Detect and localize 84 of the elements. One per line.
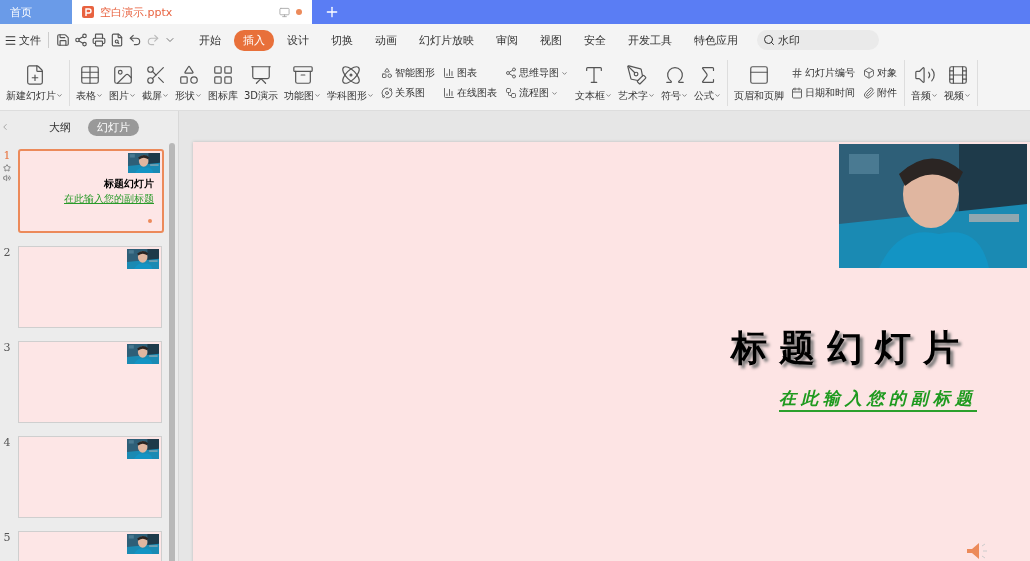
slide-thumbnail[interactable]: 标题幻灯片 在此输入您的副标题 [18,149,164,233]
ribbon-button[interactable]: 幻灯片编号 [791,66,856,80]
ribbon-button[interactable]: 流程图 [505,86,569,100]
ribbon-button[interactable]: 思维导图 [505,66,569,80]
ribbon-button[interactable]: 学科图形 [325,63,377,103]
slide-title[interactable]: 标题幻灯片 [731,324,971,373]
presentation-file-icon [82,6,94,18]
slide-thumbnail[interactable] [18,436,162,518]
scrollbar[interactable] [169,143,175,561]
slide-number: 3 [3,341,11,354]
ribbon-button[interactable]: 页眉和页脚 [732,63,787,103]
document-tab[interactable]: 空白演示.pptx [72,0,312,24]
box-icon [863,67,876,79]
grid-icon [212,63,234,86]
ribbon-tab[interactable]: 开始 [190,29,230,51]
slide-number: 4 [3,436,11,449]
page-icon [748,63,771,86]
cycle-icon [381,87,394,99]
easel-icon [250,63,273,86]
file-menu[interactable]: 文件 [4,32,41,48]
ribbon-tab[interactable]: 幻灯片放映 [410,29,483,51]
ribbon-tab[interactable]: 安全 [575,29,615,51]
ribbon-button[interactable]: 艺术字 [616,63,658,103]
ribbon-button[interactable]: 新建幻灯片 [4,63,65,103]
ribbon-tab[interactable]: 视图 [531,29,571,51]
film-icon [946,63,969,86]
ribbon-button[interactable]: 图表 [443,66,498,80]
bar-chart-icon [443,67,456,79]
scissors-icon [144,63,167,86]
ribbon-button[interactable]: 附件 [863,86,898,100]
ribbon-tab[interactable]: 设计 [278,29,318,51]
ribbon-button[interactable]: 图片 [107,63,138,103]
ribbon-button[interactable]: 日期和时间 [791,86,856,100]
image-icon [111,63,134,86]
slide-number: 1 [3,149,11,162]
ribbon-button[interactable]: 符号 [659,63,691,103]
thumbnail-title: 标题幻灯片 [104,177,154,191]
shapes-icon [177,63,200,86]
ribbon-tab[interactable]: 开发工具 [619,29,681,51]
menu-icon [4,33,17,47]
ribbon-tab[interactable]: 特色应用 [685,29,747,51]
ribbon-button[interactable]: 图标库 [206,63,240,103]
slide-number: 5 [3,531,11,544]
ribbon-button[interactable]: 音频 [909,63,941,103]
undo-icon[interactable] [128,33,142,47]
paperclip-icon [863,87,876,99]
ribbon-button[interactable]: 截屏 [140,63,171,103]
preview-icon[interactable] [110,33,124,47]
ribbon-button[interactable]: 公式 [692,63,724,103]
ribbon-button[interactable]: 对象 [863,66,898,80]
slide-thumbnail[interactable] [18,341,162,423]
flowchart-icon [505,87,518,99]
bar-chart-icon [443,87,456,99]
monitor-icon [279,6,290,18]
view-tab[interactable]: 大纲 [39,118,80,136]
share-icon[interactable] [74,33,88,47]
save-icon[interactable] [56,33,70,47]
hash-icon [791,67,804,79]
table-icon [78,63,101,86]
ribbon-button[interactable]: 表格 [74,63,105,103]
ribbon-button[interactable]: 形状 [173,63,204,103]
thumbnail-subtitle: 在此输入您的副标题 [64,192,154,206]
ribbon-tab[interactable]: 动画 [366,29,406,51]
new-tab-icon[interactable] [324,4,340,20]
ribbon-button[interactable]: 3D演示 [242,63,281,103]
share-icon [505,67,518,79]
ribbon-button[interactable]: 文本框 [573,63,615,103]
search-icon [763,34,775,46]
ribbon-button[interactable]: 关系图 [381,86,436,100]
print-icon[interactable] [92,33,106,47]
slide-thumbnail[interactable] [18,246,162,328]
ribbon-tab[interactable]: 切换 [322,29,362,51]
ribbon-button[interactable]: 视频 [942,63,974,103]
ribbon-tab[interactable]: 审阅 [487,29,527,51]
search-field[interactable]: 水印 [757,30,879,50]
archive-icon [291,63,314,86]
shapes-icon [381,67,394,79]
ribbon-button[interactable]: 智能图形 [381,66,436,80]
ribbon-button[interactable]: 功能图 [282,63,324,103]
atom-icon [339,63,362,86]
ribbon-button[interactable]: 在线图表 [443,86,498,100]
calendar-icon [791,87,804,99]
slide-number: 2 [3,246,11,259]
pen-icon [625,63,648,86]
